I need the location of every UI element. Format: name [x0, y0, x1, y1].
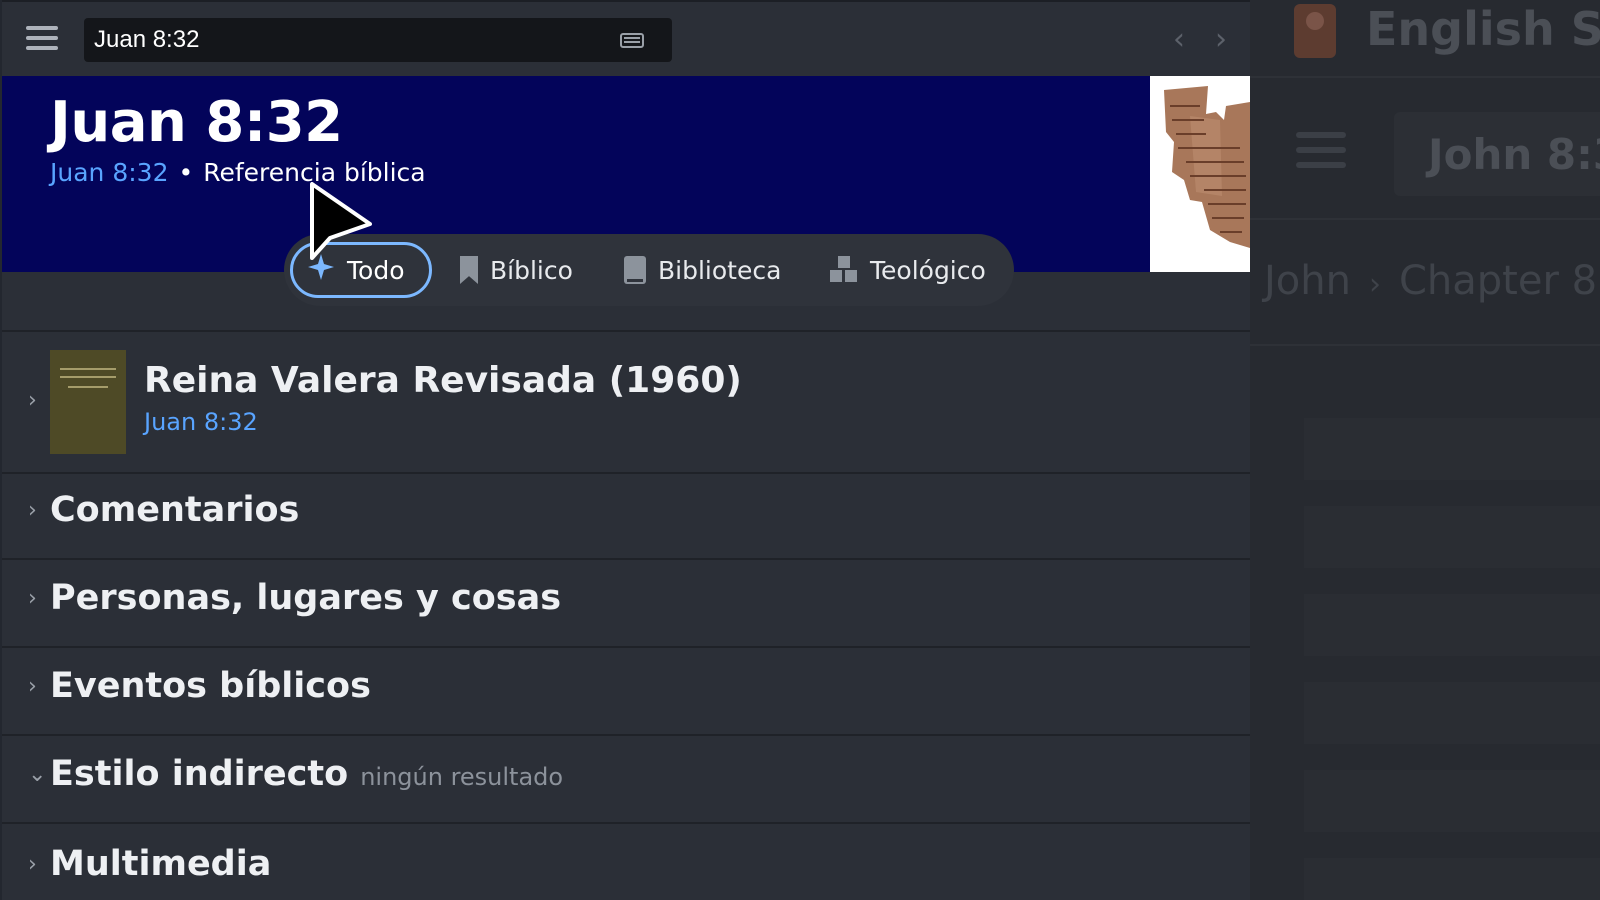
page-title: Juan 8:32 [50, 90, 343, 155]
chevron-right-icon: › [1368, 267, 1381, 302]
section-multimedia[interactable]: › Multimedia [2, 824, 1250, 900]
forward-arrow-icon[interactable]: › [1208, 22, 1234, 58]
bible-reference-link[interactable]: Juan 8:32 [144, 408, 258, 436]
skeleton-line [1304, 770, 1600, 832]
sparkle-icon [307, 253, 335, 287]
search-input[interactable] [94, 18, 594, 62]
divider [1250, 76, 1600, 78]
tab-label: Todo [347, 255, 405, 285]
section-title[interactable]: Personas, lugares y cosas [50, 578, 561, 618]
breadcrumb-book[interactable]: John [1264, 258, 1351, 304]
hamburger-menu-icon[interactable] [26, 26, 58, 54]
tab-todo[interactable]: Todo [290, 242, 432, 298]
section-estilo-indirecto[interactable]: ⌄ Estilo indirecto ningún resultado [2, 736, 1250, 822]
skeleton-line [1304, 682, 1600, 744]
reference-subtitle: Juan 8:32 • Referencia bíblica [50, 158, 426, 187]
skeleton-line [1304, 858, 1600, 900]
app-logo-icon [1294, 4, 1336, 58]
search-panel: ‹ › Juan 8:32 Juan 8:32 • Referencia bíbli… [2, 0, 1250, 900]
tab-teologico[interactable]: Teológico [830, 242, 986, 298]
bible-version-title[interactable]: Reina Valera Revisada (1960) [144, 360, 742, 401]
section-comentarios[interactable]: › Comentarios [2, 474, 1250, 558]
section-eventos[interactable]: › Eventos bíblicos [2, 648, 1250, 734]
chevron-right-icon[interactable]: › [28, 388, 37, 413]
section-personas[interactable]: › Personas, lugares y cosas [2, 560, 1250, 646]
section-title-text: Estilo indirecto [50, 754, 349, 794]
side-panel-title: English Sta [1366, 2, 1600, 56]
section-title[interactable]: Multimedia [50, 844, 271, 884]
bookmark-icon [460, 256, 478, 284]
reference-type-label: Referencia bíblica [203, 158, 426, 187]
skeleton-line [1304, 594, 1600, 656]
bible-cover-image [50, 350, 126, 454]
top-bar: ‹ › [2, 0, 1250, 76]
search-box[interactable] [84, 18, 672, 62]
divider [1250, 218, 1600, 220]
chevron-right-icon[interactable]: › [28, 674, 37, 699]
section-title[interactable]: Comentarios [50, 490, 299, 530]
divider [1250, 344, 1600, 346]
breadcrumb-chapter[interactable]: Chapter 8 [1399, 258, 1597, 304]
chevron-right-icon[interactable]: › [28, 852, 37, 877]
filter-tabs: Todo Bíblico Biblioteca Teológico [284, 234, 1014, 306]
side-header: English Sta [1250, 0, 1600, 72]
side-breadcrumb: John › Chapter 8 [1264, 258, 1597, 304]
side-search-value: John 8:3 [1428, 130, 1600, 179]
skeleton-line [1304, 506, 1600, 568]
back-arrow-icon[interactable]: ‹ [1166, 22, 1192, 58]
side-hamburger-icon[interactable] [1296, 132, 1346, 172]
tab-label: Biblioteca [658, 255, 782, 285]
bible-result-row[interactable]: › [2, 332, 1250, 472]
skeleton-line [1304, 418, 1600, 480]
keyboard-icon[interactable] [620, 33, 644, 48]
no-results-note: ningún resultado [360, 763, 564, 791]
book-icon [624, 256, 646, 284]
tab-biblioteca[interactable]: Biblioteca [624, 242, 781, 298]
tab-label: Bíblico [490, 255, 573, 285]
reference-link[interactable]: Juan 8:32 [50, 158, 168, 187]
bullet-separator: • [178, 158, 194, 187]
tab-label: Teológico [870, 255, 986, 285]
chevron-right-icon[interactable]: › [28, 498, 37, 523]
chevron-down-icon[interactable]: ⌄ [28, 762, 46, 787]
tab-biblico[interactable]: Bíblico [460, 242, 573, 298]
blocks-icon [830, 256, 858, 284]
chevron-right-icon[interactable]: › [28, 586, 37, 611]
section-title[interactable]: Eventos bíblicos [50, 666, 371, 706]
side-panel: English Sta John 8:3 John › Chapter 8 [1250, 0, 1600, 900]
section-title[interactable]: Estilo indirecto ningún resultado [50, 754, 563, 794]
side-search-box[interactable]: John 8:3 [1394, 112, 1600, 196]
papyrus-thumbnail [1150, 76, 1250, 272]
